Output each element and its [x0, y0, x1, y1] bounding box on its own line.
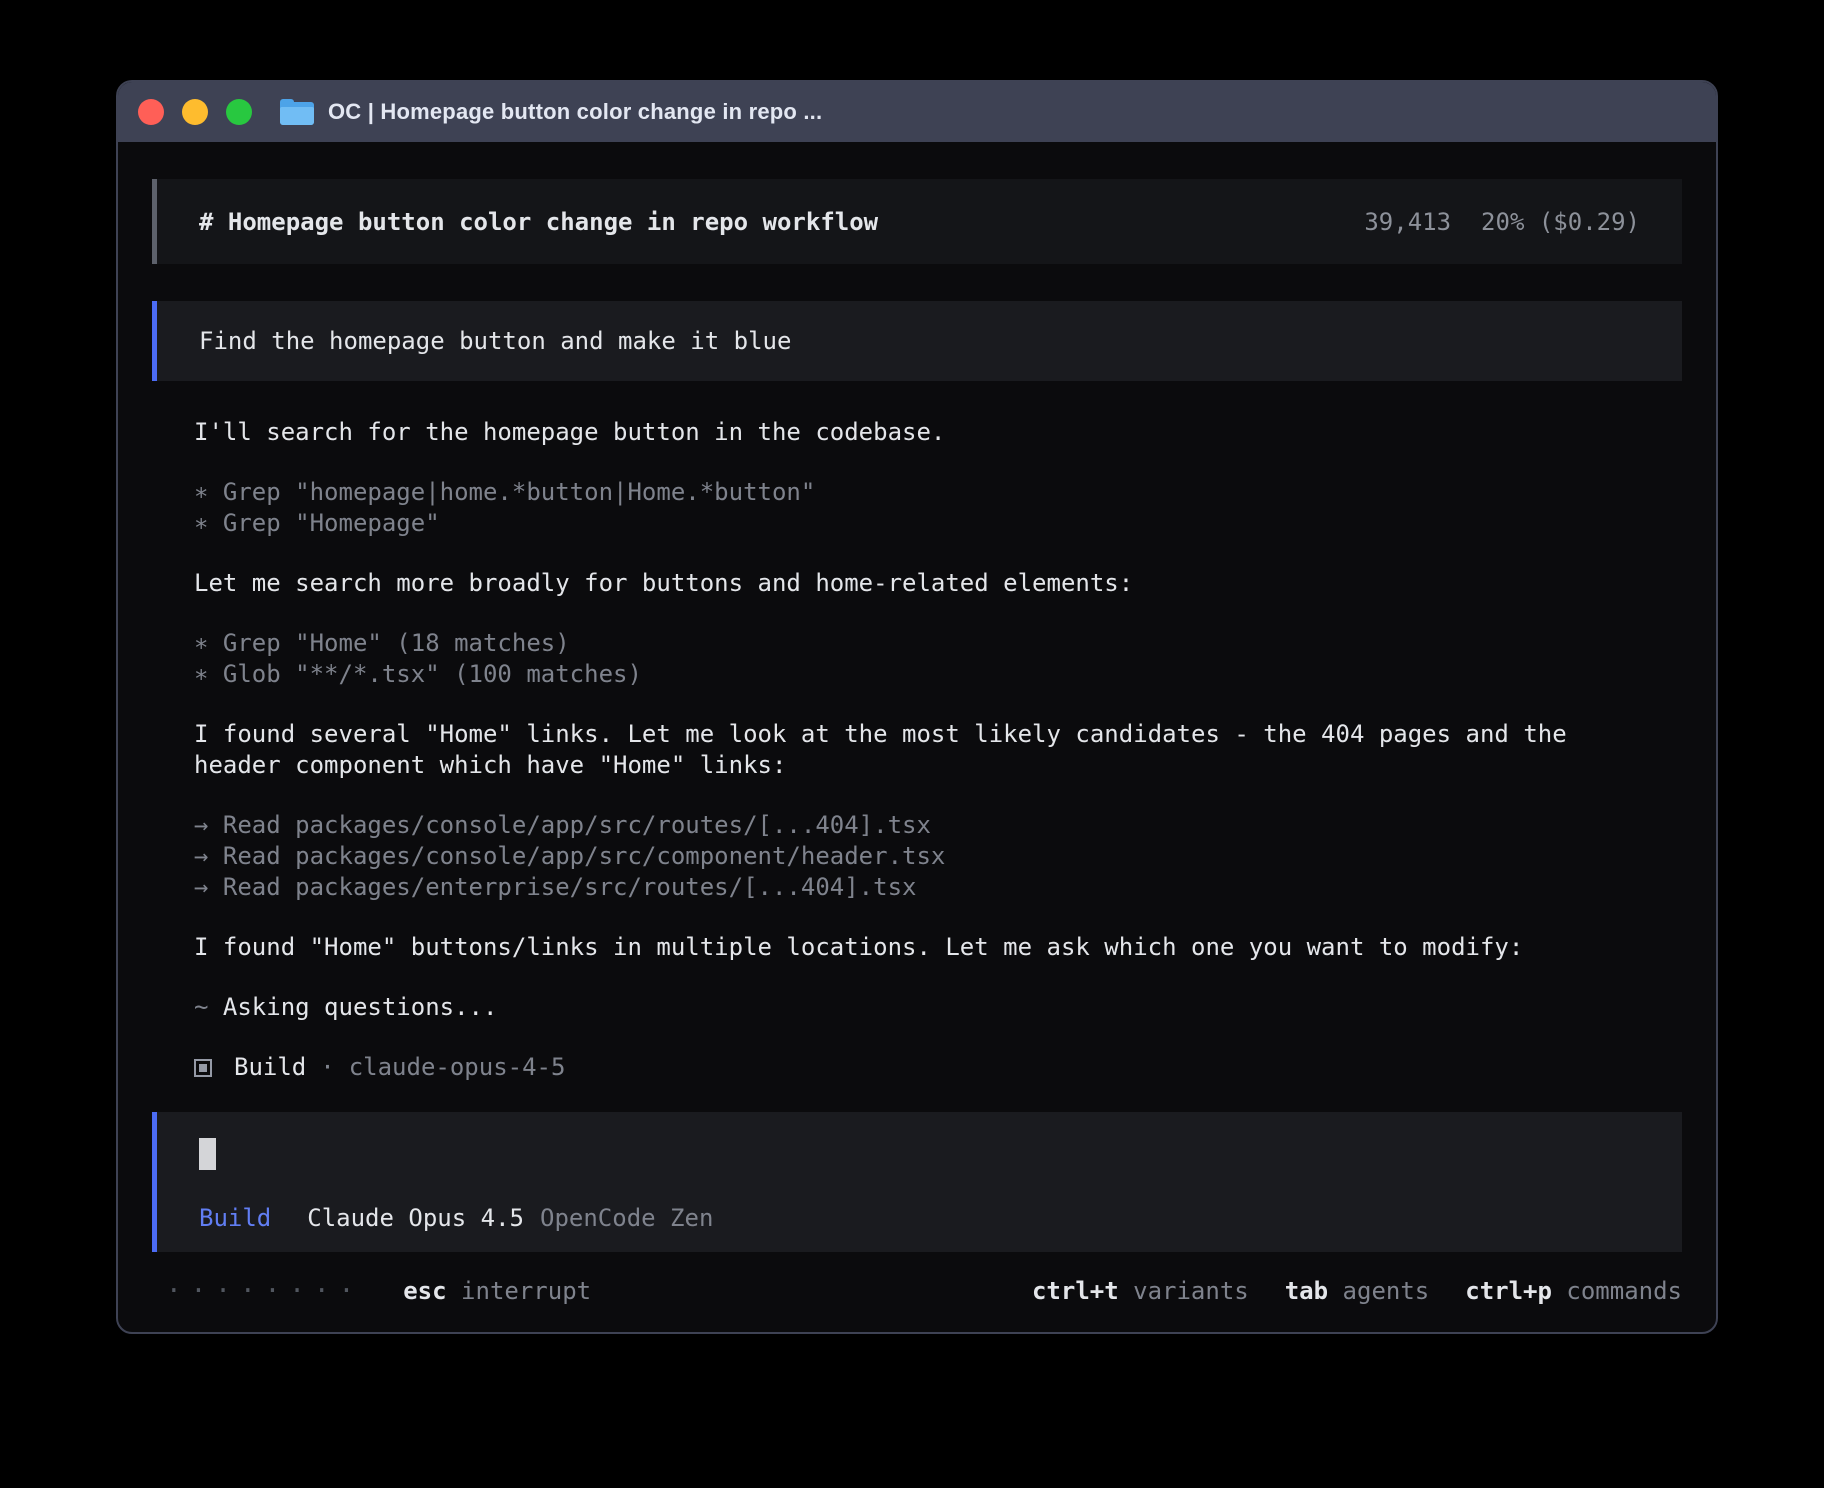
- agent-icon: [194, 1059, 212, 1077]
- tool-call-grep: ∗ Grep "Homepage": [194, 508, 1640, 539]
- footer-keybindings: ctrl+t variants tab agents ctrl+p comman…: [1032, 1276, 1682, 1307]
- agent-status-line: Build · claude-opus-4-5: [194, 1052, 1640, 1083]
- session-title: # Homepage button color change in repo w…: [199, 208, 878, 236]
- user-message: Find the homepage button and make it blu…: [152, 301, 1682, 381]
- tool-call-read: → Read packages/console/app/src/routes/[…: [194, 810, 1640, 841]
- agent-model: claude-opus-4-5: [349, 1052, 566, 1083]
- hint-agents: tab agents: [1285, 1276, 1430, 1307]
- status-text: Asking questions...: [223, 993, 498, 1021]
- titlebar[interactable]: OC | Homepage button color change in rep…: [118, 82, 1716, 142]
- assistant-text: Let me search more broadly for buttons a…: [194, 568, 1640, 599]
- assistant-text: I'll search for the homepage button in t…: [194, 417, 1640, 448]
- input-status-bar: Build Claude Opus 4.5 OpenCode Zen: [199, 1204, 1640, 1232]
- status-prefix: ~: [194, 993, 223, 1021]
- user-message-text: Find the homepage button and make it blu…: [199, 327, 791, 355]
- assistant-text: header component which have "Home" links…: [194, 750, 1640, 781]
- tool-call-read: → Read packages/console/app/src/componen…: [194, 841, 1640, 872]
- provider-name: OpenCode Zen: [540, 1204, 713, 1232]
- minimize-button[interactable]: [182, 99, 208, 125]
- assistant-text: I found "Home" buttons/links in multiple…: [194, 932, 1640, 963]
- terminal-window: OC | Homepage button color change in rep…: [116, 80, 1718, 1334]
- mode-indicator[interactable]: Build: [199, 1204, 271, 1232]
- close-button[interactable]: [138, 99, 164, 125]
- terminal-content: # Homepage button color change in repo w…: [118, 179, 1716, 1307]
- zoom-button[interactable]: [226, 99, 252, 125]
- spinner-dots: ········: [152, 1276, 363, 1307]
- text-cursor: [199, 1138, 216, 1170]
- traffic-lights: [138, 99, 252, 125]
- status-footer: ········ esc interrupt ctrl+t variants t…: [152, 1276, 1682, 1307]
- status-line: ~ Asking questions...: [194, 992, 1640, 1023]
- folder-icon: [280, 99, 314, 125]
- tool-call-glob: ∗ Glob "**/*.tsx" (100 matches): [194, 659, 1640, 690]
- tool-call-grep: ∗ Grep "Home" (18 matches): [194, 628, 1640, 659]
- model-name: Claude Opus 4.5: [307, 1204, 524, 1232]
- context-usage: 20% ($0.29): [1481, 208, 1640, 236]
- session-stats: 39,413 20% ($0.29): [1364, 208, 1640, 236]
- tool-call-grep: ∗ Grep "homepage|home.*button|Home.*butt…: [194, 477, 1640, 508]
- agent-name: Build: [234, 1052, 306, 1083]
- hint-commands: ctrl+p commands: [1465, 1276, 1682, 1307]
- token-count: 39,413: [1364, 208, 1451, 236]
- hint-interrupt: esc interrupt: [403, 1276, 591, 1307]
- window-title: OC | Homepage button color change in rep…: [328, 99, 822, 125]
- prompt-input[interactable]: Build Claude Opus 4.5 OpenCode Zen: [152, 1112, 1682, 1252]
- tool-call-read: → Read packages/enterprise/src/routes/[.…: [194, 872, 1640, 903]
- assistant-transcript: I'll search for the homepage button in t…: [152, 417, 1682, 1083]
- hint-variants: ctrl+t variants: [1032, 1276, 1249, 1307]
- agent-separator: ·: [320, 1052, 334, 1083]
- session-header: # Homepage button color change in repo w…: [152, 179, 1682, 264]
- assistant-text: I found several "Home" links. Let me loo…: [194, 719, 1640, 750]
